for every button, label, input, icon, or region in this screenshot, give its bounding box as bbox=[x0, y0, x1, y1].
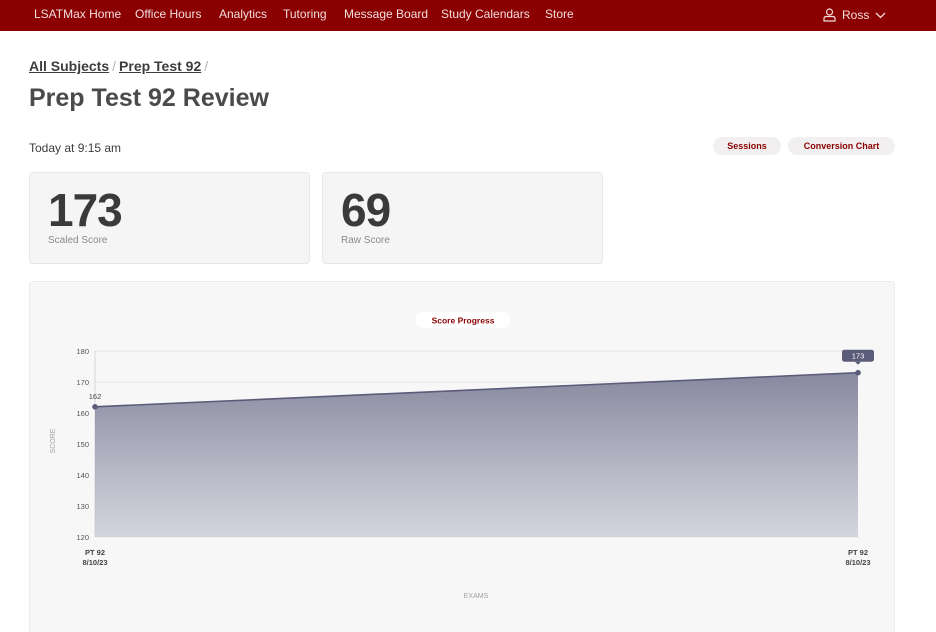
user-menu[interactable]: Ross bbox=[823, 5, 886, 25]
breadcrumb-separator: / bbox=[112, 58, 117, 74]
scaled-score-card: 173 Scaled Score bbox=[29, 172, 310, 264]
y-tick-label: 120 bbox=[76, 533, 89, 542]
chevron-down-icon bbox=[875, 12, 886, 18]
score-progress-chart: Score Progress 120 130 140 150 160 170 180 162… bbox=[50, 312, 874, 600]
data-point bbox=[855, 369, 861, 376]
y-tick-label: 140 bbox=[76, 471, 89, 480]
x-tick-date-label: 8/10/23 bbox=[82, 558, 107, 567]
chart-title: Score Progress bbox=[432, 316, 495, 326]
y-tick-label: 130 bbox=[76, 502, 89, 511]
breadcrumb-prep-test[interactable]: Prep Test 92 bbox=[119, 58, 201, 74]
user-name: Ross bbox=[842, 8, 870, 22]
series-area bbox=[95, 372, 858, 537]
y-tick-label: 160 bbox=[76, 409, 89, 418]
nav-link-lsatmax-home[interactable]: LSATMax Home bbox=[34, 7, 121, 21]
breadcrumb: All Subjects / Prep Test 92/ bbox=[29, 58, 211, 74]
nav-link-store[interactable]: Store bbox=[545, 7, 574, 21]
page-title: Prep Test 92 Review bbox=[29, 84, 269, 112]
x-tick-date-label: 8/10/23 bbox=[845, 558, 870, 567]
user-icon bbox=[823, 8, 836, 22]
conversion-chart-button[interactable]: Conversion Chart bbox=[788, 137, 895, 155]
raw-score-label: Raw Score bbox=[341, 235, 390, 246]
session-timestamp: Today at 9:15 am bbox=[29, 141, 122, 155]
scaled-score-value: 173 bbox=[48, 184, 123, 236]
breadcrumb-all-subjects[interactable]: All Subjects bbox=[29, 58, 109, 74]
data-point bbox=[92, 404, 98, 410]
score-progress-chart-card: Score Progress 120 130 140 150 160 170 180 162… bbox=[29, 281, 895, 632]
y-tick-label: 150 bbox=[76, 440, 89, 449]
data-label-pointer bbox=[855, 361, 861, 365]
y-tick-label: 180 bbox=[76, 347, 89, 356]
data-label: 162 bbox=[89, 392, 102, 401]
nav-link-message-board[interactable]: Message Board bbox=[344, 7, 428, 21]
top-navigation-bar: LSATMax Home Office Hours Analytics Tuto… bbox=[0, 0, 936, 31]
x-tick-label: PT 92 bbox=[848, 548, 868, 557]
raw-score-card: 69 Raw Score bbox=[322, 172, 603, 264]
x-axis-label: EXAMS bbox=[464, 593, 489, 600]
data-label: 173 bbox=[852, 352, 865, 361]
nav-link-tutoring[interactable]: Tutoring bbox=[283, 7, 327, 21]
scaled-score-label: Scaled Score bbox=[48, 235, 108, 246]
nav-link-study-calendars[interactable]: Study Calendars bbox=[441, 7, 530, 21]
x-tick-label: PT 92 bbox=[85, 548, 105, 557]
sessions-button[interactable]: Sessions bbox=[713, 137, 781, 155]
nav-link-analytics[interactable]: Analytics bbox=[219, 7, 267, 21]
raw-score-value: 69 bbox=[341, 184, 391, 236]
breadcrumb-separator: / bbox=[204, 58, 209, 74]
nav-link-office-hours[interactable]: Office Hours bbox=[135, 7, 201, 21]
y-axis-label: SCORE bbox=[50, 428, 57, 453]
y-tick-label: 170 bbox=[76, 378, 89, 387]
